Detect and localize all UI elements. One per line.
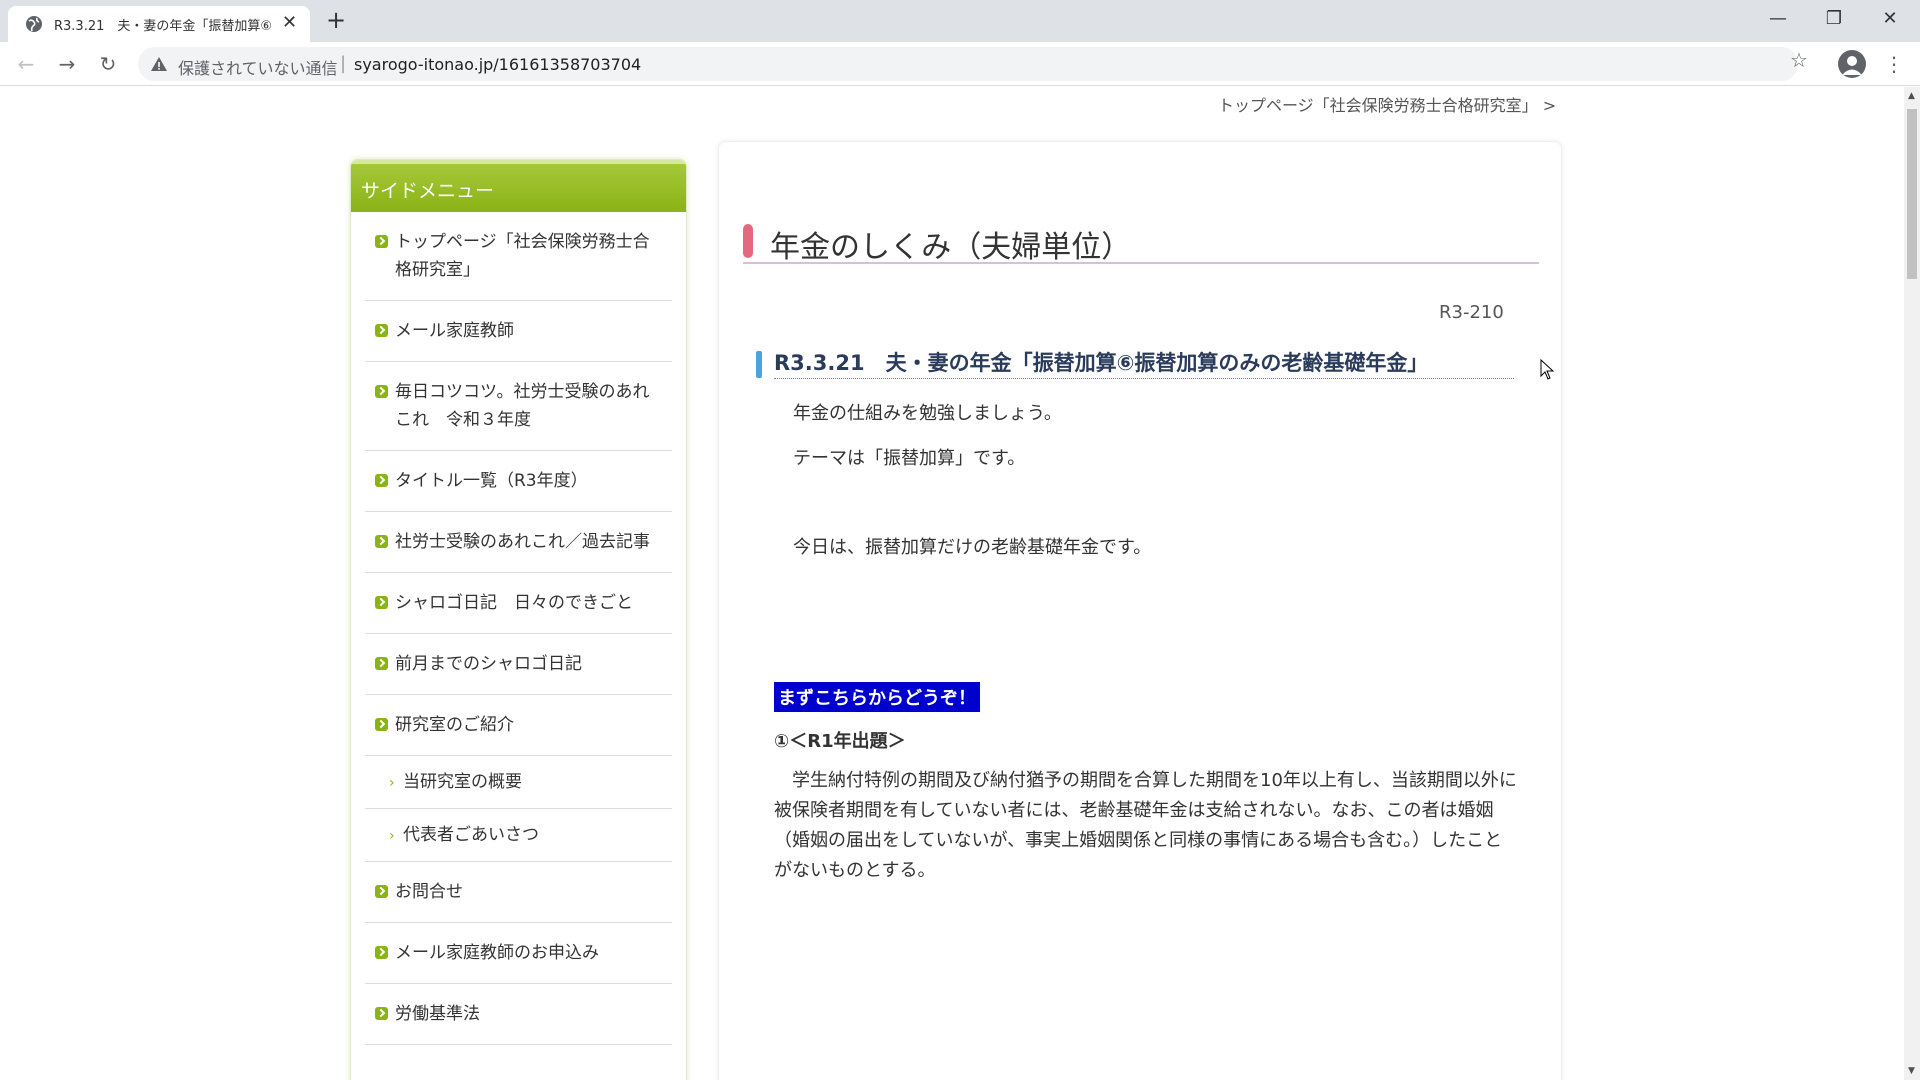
side-menu: サイドメニュー トップページ「社会保険労務士合格研究室」 メール家庭教師 毎日コ… (350, 159, 687, 1080)
sidebar-item-label: 社労士受験のあれこれ／過去記事 (395, 532, 650, 552)
vertical-scrollbar[interactable]: ▲ ▼ (1904, 87, 1920, 1080)
sidebar-item-mail-tutor[interactable]: メール家庭教師 (365, 301, 672, 362)
restore-button[interactable]: ❐ (1806, 4, 1862, 34)
sidebar-subitem-label: 当研究室の概要 (403, 772, 522, 792)
sidebar-item-labor-standards[interactable]: 労働基準法 (365, 984, 672, 1045)
sidebar-item-label: タイトル一覧（R3年度） (395, 471, 588, 491)
paragraph-2: テーマは「振替加算」です。 (793, 448, 1026, 469)
bullet-icon (375, 474, 388, 487)
page-viewport: トップページ「社会保険労務士合格研究室」 > サイドメニュー トップページ「社会… (0, 87, 1904, 1080)
sidebar-item-label: シャロゴ日記 日々のできごと (395, 593, 633, 613)
article-subtitle-text: R3.3.21 夫・妻の年金「振替加算⑥振替加算のみの老齢基礎年金」 (774, 351, 1429, 375)
bullet-icon (375, 596, 388, 609)
security-status[interactable]: 保護されていない通信 (178, 55, 338, 79)
new-tab-button[interactable]: + (326, 6, 346, 34)
page-title: 年金のしくみ（夫婦単位） (743, 222, 1539, 265)
title-accent-bar (743, 224, 753, 258)
sidebar-item-daily[interactable]: 毎日コツコツ。社労士受験のあれこれ 令和３年度 (365, 362, 672, 451)
reload-button[interactable]: ↻ (94, 50, 122, 78)
scroll-up-icon[interactable]: ▲ (1908, 91, 1915, 101)
minimize-button[interactable]: — (1750, 4, 1806, 34)
question-heading: ①＜R1年出題＞ (774, 731, 906, 752)
sidebar-subitem-greeting[interactable]: › 代表者ごあいさつ (365, 809, 672, 862)
forward-button[interactable]: → (53, 50, 81, 78)
address-bar[interactable]: 保護されていない通信 | syarogo-itonao.jp/161613587… (138, 47, 1798, 81)
bullet-icon (375, 1007, 388, 1020)
sidebar-item-label: 労働基準法 (395, 1004, 480, 1024)
sidebar-item-apply[interactable]: メール家庭教師のお申込み (365, 923, 672, 984)
main-content: 年金のしくみ（夫婦単位） R3-210 R3.3.21 夫・妻の年金「振替加算⑥… (718, 141, 1562, 1080)
tab-close-icon[interactable]: ✕ (282, 14, 297, 32)
bullet-icon (375, 885, 388, 898)
chevron-right-icon: › (389, 775, 395, 791)
document-code: R3-210 (1439, 302, 1504, 323)
highlight-label: まずこちらからどうぞ！ (774, 682, 980, 712)
sidebar-item-label: メール家庭教師のお申込み (395, 943, 599, 963)
sidebar-item-about[interactable]: 研究室のご紹介 (365, 695, 672, 756)
sidebar-item-contact[interactable]: お問合せ (365, 862, 672, 923)
sidebar-item-past-diary[interactable]: 前月までのシャロゴ日記 (365, 634, 672, 695)
page-title-text: 年金のしくみ（夫婦単位） (770, 230, 1132, 265)
sidebar-item-title-list[interactable]: タイトル一覧（R3年度） (365, 451, 672, 512)
question-body: 学生納付特例の期間及び納付猶予の期間を合算した期間を10年以上有し、当該期間以外… (774, 770, 1517, 881)
sidebar-item-label: 前月までのシャロゴ日記 (395, 654, 582, 674)
sidebar-item-label: お問合せ (395, 882, 463, 902)
bullet-icon (375, 535, 388, 548)
back-button[interactable]: ← (12, 50, 40, 78)
sidebar-item-label: トップページ「社会保険労務士合格研究室」 (395, 232, 650, 280)
url-text[interactable]: syarogo-itonao.jp/16161358703704 (354, 55, 641, 74)
side-menu-header: サイドメニュー (351, 160, 686, 212)
bullet-icon (375, 235, 388, 248)
tab-bar: R3.3.21 夫・妻の年金「振替加算⑥ ✕ + — ❐ ✕ (0, 0, 1920, 42)
globe-icon (26, 16, 42, 32)
sidebar-item-label: 毎日コツコツ。社労士受験のあれこれ 令和３年度 (395, 382, 650, 430)
sidebar-item-label: 研究室のご紹介 (395, 715, 514, 735)
paragraph-3: 今日は、振替加算だけの老齢基礎年金です。 (793, 537, 1152, 558)
scroll-down-icon[interactable]: ▼ (1908, 1066, 1915, 1076)
bookmark-star-icon[interactable]: ☆ (1790, 48, 1808, 72)
warning-icon[interactable] (150, 55, 168, 73)
sidebar-item-past-articles[interactable]: 社労士受験のあれこれ／過去記事 (365, 512, 672, 573)
sidebar-subitem-overview[interactable]: › 当研究室の概要 (365, 756, 672, 809)
article-subtitle: R3.3.21 夫・妻の年金「振替加算⑥振替加算のみの老齢基礎年金」 (756, 347, 1514, 379)
close-window-button[interactable]: ✕ (1862, 4, 1918, 34)
browser-toolbar: ← → ↻ 保護されていない通信 | syarogo-itonao.jp/161… (0, 42, 1920, 86)
tab-title: R3.3.21 夫・妻の年金「振替加算⑥ (54, 19, 273, 34)
bullet-icon (375, 324, 388, 337)
side-menu-list: トップページ「社会保険労務士合格研究室」 メール家庭教師 毎日コツコツ。社労士受… (351, 212, 686, 1045)
paragraph-1: 年金の仕組みを勉強しましょう。 (793, 403, 1062, 424)
bullet-icon (375, 946, 388, 959)
url-separator: | (340, 53, 347, 74)
subtitle-accent-bar (756, 351, 762, 378)
browser-tab[interactable]: R3.3.21 夫・妻の年金「振替加算⑥ ✕ (8, 6, 310, 42)
bullet-icon (375, 657, 388, 670)
browser-menu-icon[interactable]: ⋮ (1884, 50, 1904, 78)
bullet-icon (375, 385, 388, 398)
scroll-thumb[interactable] (1907, 109, 1917, 279)
breadcrumb[interactable]: トップページ「社会保険労務士合格研究室」 > (1218, 92, 1556, 116)
sidebar-item-diary[interactable]: シャロゴ日記 日々のできごと (365, 573, 672, 634)
sidebar-item-top-page[interactable]: トップページ「社会保険労務士合格研究室」 (365, 212, 672, 301)
sidebar-item-label: メール家庭教師 (395, 321, 514, 341)
mouse-cursor-icon (1540, 359, 1555, 380)
chevron-right-icon: › (389, 828, 395, 844)
sidebar-subitem-label: 代表者ごあいさつ (403, 825, 539, 845)
bullet-icon (375, 718, 388, 731)
profile-avatar-icon[interactable] (1838, 50, 1866, 78)
